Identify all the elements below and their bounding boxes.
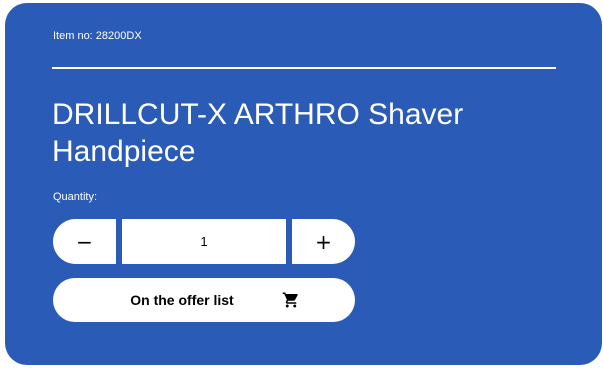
product-title: DRILLCUT-X ARTHRO Shaver Handpiece xyxy=(52,98,464,168)
quantity-input[interactable] xyxy=(122,219,286,264)
decrement-button[interactable]: − xyxy=(53,219,116,264)
quantity-label: Quantity: xyxy=(53,191,98,203)
divider xyxy=(52,67,556,69)
plus-icon: + xyxy=(315,229,332,254)
quantity-stepper: − + xyxy=(53,219,355,264)
cart-icon xyxy=(282,292,298,308)
add-to-offer-list-button[interactable]: On the offer list xyxy=(53,278,355,322)
offer-button-label: On the offer list xyxy=(130,292,234,308)
increment-button[interactable]: + xyxy=(292,219,355,264)
item-number: Item no: 28200DX xyxy=(53,30,142,42)
minus-icon: − xyxy=(76,229,93,254)
product-card: Item no: 28200DX DRILLCUT-X ARTHRO Shave… xyxy=(5,3,602,365)
